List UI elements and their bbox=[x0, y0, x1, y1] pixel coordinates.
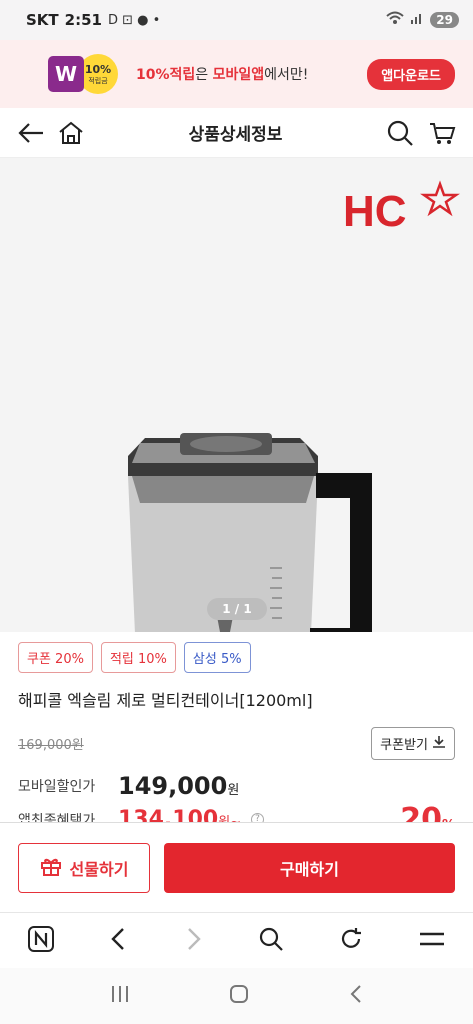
carrier: SKT bbox=[26, 11, 59, 29]
browser-back-icon[interactable] bbox=[109, 927, 129, 955]
cart-icon[interactable] bbox=[427, 118, 457, 148]
naver-home-icon[interactable] bbox=[27, 925, 55, 957]
recents-icon[interactable] bbox=[109, 984, 131, 1008]
image-pager: 1 / 1 bbox=[207, 598, 267, 620]
benefit-chips: 쿠폰 20% 적립 10% 삼성 5% bbox=[0, 632, 473, 673]
refresh-icon[interactable] bbox=[338, 926, 364, 956]
browser-toolbar bbox=[0, 912, 473, 968]
product-image-carousel[interactable]: HC 1 / 1 bbox=[0, 158, 473, 632]
w-shopping-logo: W bbox=[48, 56, 84, 92]
status-bar: SKT 2:51 D ⊡ ● • 29 bbox=[0, 0, 473, 40]
mobile-price: 149,000원 bbox=[118, 772, 240, 800]
notification-icons: D ⊡ ● • bbox=[107, 12, 161, 28]
download-icon bbox=[432, 735, 446, 753]
home-icon[interactable] bbox=[56, 118, 86, 148]
app-promo-banner[interactable]: W 10% 적립금 10%적립은 모바일앱에서만! 앱다운로드 bbox=[0, 40, 473, 108]
mobile-price-row: 모바일할인가 149,000원 bbox=[0, 772, 473, 800]
clock: 2:51 bbox=[64, 11, 102, 29]
gift-icon bbox=[40, 855, 62, 881]
gift-button[interactable]: 선물하기 bbox=[18, 842, 150, 893]
purchase-action-bar: 선물하기 구매하기 bbox=[0, 822, 473, 912]
signal-icon bbox=[410, 11, 424, 29]
battery-indicator: 29 bbox=[430, 12, 459, 28]
coupon-download-button[interactable]: 쿠폰받기 bbox=[371, 727, 455, 760]
mobile-price-label: 모바일할인가 bbox=[18, 779, 96, 795]
app-download-button[interactable]: 앱다운로드 bbox=[367, 58, 455, 90]
reward-chip: 적립 10% bbox=[100, 642, 176, 673]
menu-icon[interactable] bbox=[418, 929, 446, 953]
reward-badge: 10% 적립금 bbox=[78, 54, 118, 94]
search-icon[interactable] bbox=[385, 118, 415, 148]
system-navigation-bar bbox=[0, 968, 473, 1024]
product-image: HC bbox=[128, 180, 460, 632]
page-header: 상품상세정보 bbox=[0, 108, 473, 158]
samsung-chip: 삼성 5% bbox=[183, 642, 251, 673]
promo-message: 10%적립은 모바일앱에서만! bbox=[136, 67, 309, 83]
original-price: 169,000원 bbox=[18, 738, 84, 753]
system-back-icon[interactable] bbox=[348, 983, 364, 1009]
wifi-icon bbox=[386, 11, 404, 29]
original-price-row: 169,000원 쿠폰받기 bbox=[0, 727, 473, 760]
home-button-icon[interactable] bbox=[228, 983, 250, 1009]
hc-logo: HC bbox=[343, 180, 460, 236]
buy-button[interactable]: 구매하기 bbox=[164, 842, 455, 893]
browser-search-icon[interactable] bbox=[258, 926, 284, 956]
coupon-chip: 쿠폰 20% bbox=[18, 642, 93, 673]
back-arrow-icon[interactable] bbox=[16, 118, 46, 148]
product-name: 해피콜 엑슬림 제로 멀티컨테이너[1200ml] bbox=[18, 691, 313, 710]
svg-text:HC: HC bbox=[343, 187, 407, 236]
browser-forward-icon[interactable] bbox=[183, 927, 203, 955]
page-title: 상품상세정보 bbox=[188, 125, 283, 145]
